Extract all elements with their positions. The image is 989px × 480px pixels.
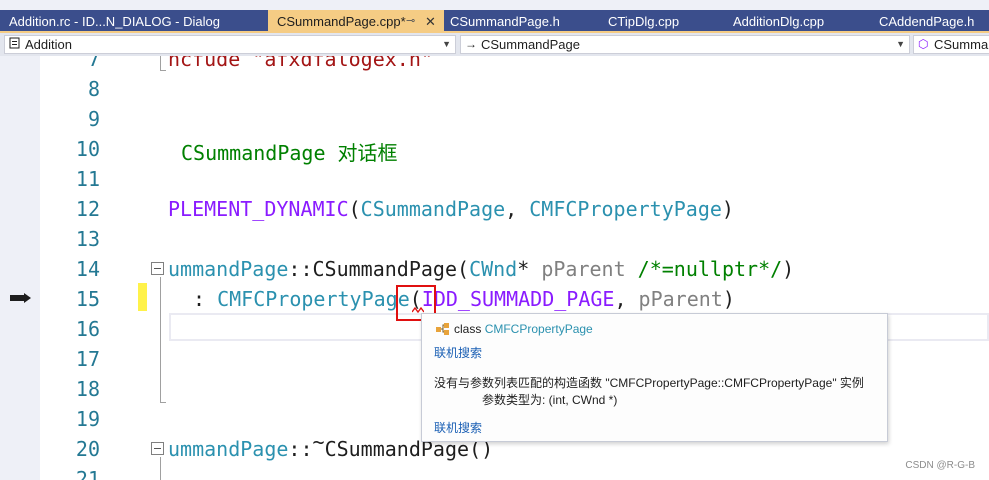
line-number: 14 [75, 257, 100, 281]
scope-dropdown[interactable]: → CSummandPage ▼ [460, 35, 910, 54]
unsaved-change-marker [138, 283, 147, 311]
macro-token: IDD_SUMMADD_PAGE [421, 287, 615, 311]
code-line-12: PLEMENT_DYNAMIC(CSummandPage, CMFCProper… [168, 197, 734, 221]
tab-label: AdditionDlg.cpp [733, 14, 825, 29]
type-token: CSummandPage [360, 197, 506, 221]
punct-token: ) [721, 197, 734, 221]
tab-label: Addition.rc - ID...N_DIALOG - Dialog [9, 14, 220, 29]
tooltip-keyword: class [454, 322, 482, 336]
fold-guide-end [160, 70, 166, 71]
class-icon [435, 322, 451, 341]
type-token: CMFCPropertyPage [529, 197, 722, 221]
line-number: 21 [75, 467, 100, 480]
search-online-link[interactable]: 联机搜索 [434, 419, 482, 436]
member-label: CSummand [934, 37, 989, 52]
tooltip-arg-types: 参数类型为: (int, CWnd *) [482, 393, 618, 407]
chevron-down-icon: ▼ [896, 39, 905, 49]
punct-token: , [505, 197, 530, 221]
tab-caddendpage-h[interactable]: CAddendPage.h [870, 10, 989, 33]
punct-token: :: [288, 257, 313, 281]
fold-guide [160, 457, 161, 480]
comment-token: /*=nullptr*/ [637, 257, 783, 281]
line-number: 20 [75, 437, 100, 461]
type-token: ummandPage [168, 437, 289, 461]
line-number: 9 [87, 107, 100, 131]
code-line-7: ncfude "afxdfalogex.h" [168, 56, 433, 71]
project-dropdown[interactable]: Addition ▼ [4, 35, 456, 54]
punct-token: ) [722, 287, 735, 311]
tooltip-error-message: 没有与参数列表匹配的构造函数 "CMFCPropertyPage::CMFCPr… [434, 376, 864, 390]
instruction-pointer-icon [10, 290, 32, 308]
collapse-toggle[interactable] [151, 442, 164, 455]
fold-guide [160, 56, 161, 71]
tilde-token: ~ [312, 430, 325, 454]
line-number: 11 [75, 167, 100, 191]
class-cube-icon: ⬡ [918, 37, 929, 51]
line-number: 17 [75, 347, 100, 371]
punct-token: ( [457, 257, 470, 281]
fold-guide [160, 277, 161, 403]
type-token: ummandPage [168, 257, 289, 281]
project-label: Addition [25, 37, 72, 52]
type-token: CMFCPropertyPage [217, 287, 410, 311]
tab-ctipdlg-cpp[interactable]: CTipDlg.cpp [599, 10, 724, 33]
tab-label: CTipDlg.cpp [608, 14, 680, 29]
pin-icon[interactable]: ⊸ [406, 10, 415, 33]
punct-token: * [517, 257, 542, 281]
line-number: 13 [75, 227, 100, 251]
line-number: 10 [75, 137, 100, 161]
code-line-15: : CMFCPropertyPage(IDD_SUMMADD_PAGE, pPa… [193, 287, 735, 311]
line-number: 7 [87, 56, 100, 71]
chevron-down-icon: ▼ [442, 39, 451, 49]
line-number: 16 [75, 317, 100, 341]
member-dropdown[interactable]: ⬡ CSummand [913, 35, 989, 54]
tooltip-signature: class CMFCPropertyPage [454, 322, 593, 336]
watermark: CSDN @R-G-B [905, 460, 975, 471]
search-online-link[interactable]: 联机搜索 [434, 344, 482, 361]
tab-csummandpage-h[interactable]: CSummandPage.h [441, 10, 599, 33]
tab-label: CSummandPage.h [450, 14, 560, 29]
collapse-toggle[interactable] [151, 262, 164, 275]
fold-guide-end [160, 402, 166, 403]
line-number: 15 [75, 287, 100, 311]
punct-token: ( [348, 197, 361, 221]
punct-token: : [193, 287, 218, 311]
navigation-bar: Addition ▼ → CSummandPage ▼ ⬡ CSummand [0, 33, 989, 56]
quick-info-tooltip: class CMFCPropertyPage 联机搜索 没有与参数列表匹配的构造… [421, 313, 888, 442]
line-number: 12 [75, 197, 100, 221]
tab-label: CSummandPage.cpp* [277, 14, 406, 29]
line-number: 8 [87, 77, 100, 101]
line-number: 18 [75, 377, 100, 401]
punct-token: , [614, 287, 639, 311]
punct-token: :: [288, 437, 313, 461]
macro-token: PLEMENT_DYNAMIC [168, 197, 349, 221]
code-line-10: CSummandPage 对话框 [181, 141, 398, 165]
function-token: CSummandPage [312, 257, 458, 281]
scope-label: CSummandPage [481, 37, 580, 52]
code-line-14: ummandPage::CSummandPage(CWnd* pParent /… [168, 257, 794, 281]
param-token: pParent [541, 257, 626, 281]
tab-csummandpage-cpp[interactable]: CSummandPage.cpp* ⊸ ✕ [268, 10, 444, 33]
close-icon[interactable]: ✕ [425, 10, 436, 33]
tooltip-class-name[interactable]: CMFCPropertyPage [485, 322, 593, 336]
tab-label: CAddendPage.h [879, 14, 975, 29]
type-token: CWnd [469, 257, 518, 281]
arrow-right-icon: → [465, 37, 477, 51]
line-number: 19 [75, 407, 100, 431]
tab-additiondlg-cpp[interactable]: AdditionDlg.cpp [724, 10, 870, 33]
project-icon [9, 36, 21, 53]
tab-addition-rc[interactable]: Addition.rc - ID...N_DIALOG - Dialog [0, 10, 268, 33]
punct-token: ) [782, 257, 795, 281]
param-token: pParent [638, 287, 723, 311]
glyph-margin[interactable] [0, 56, 40, 480]
